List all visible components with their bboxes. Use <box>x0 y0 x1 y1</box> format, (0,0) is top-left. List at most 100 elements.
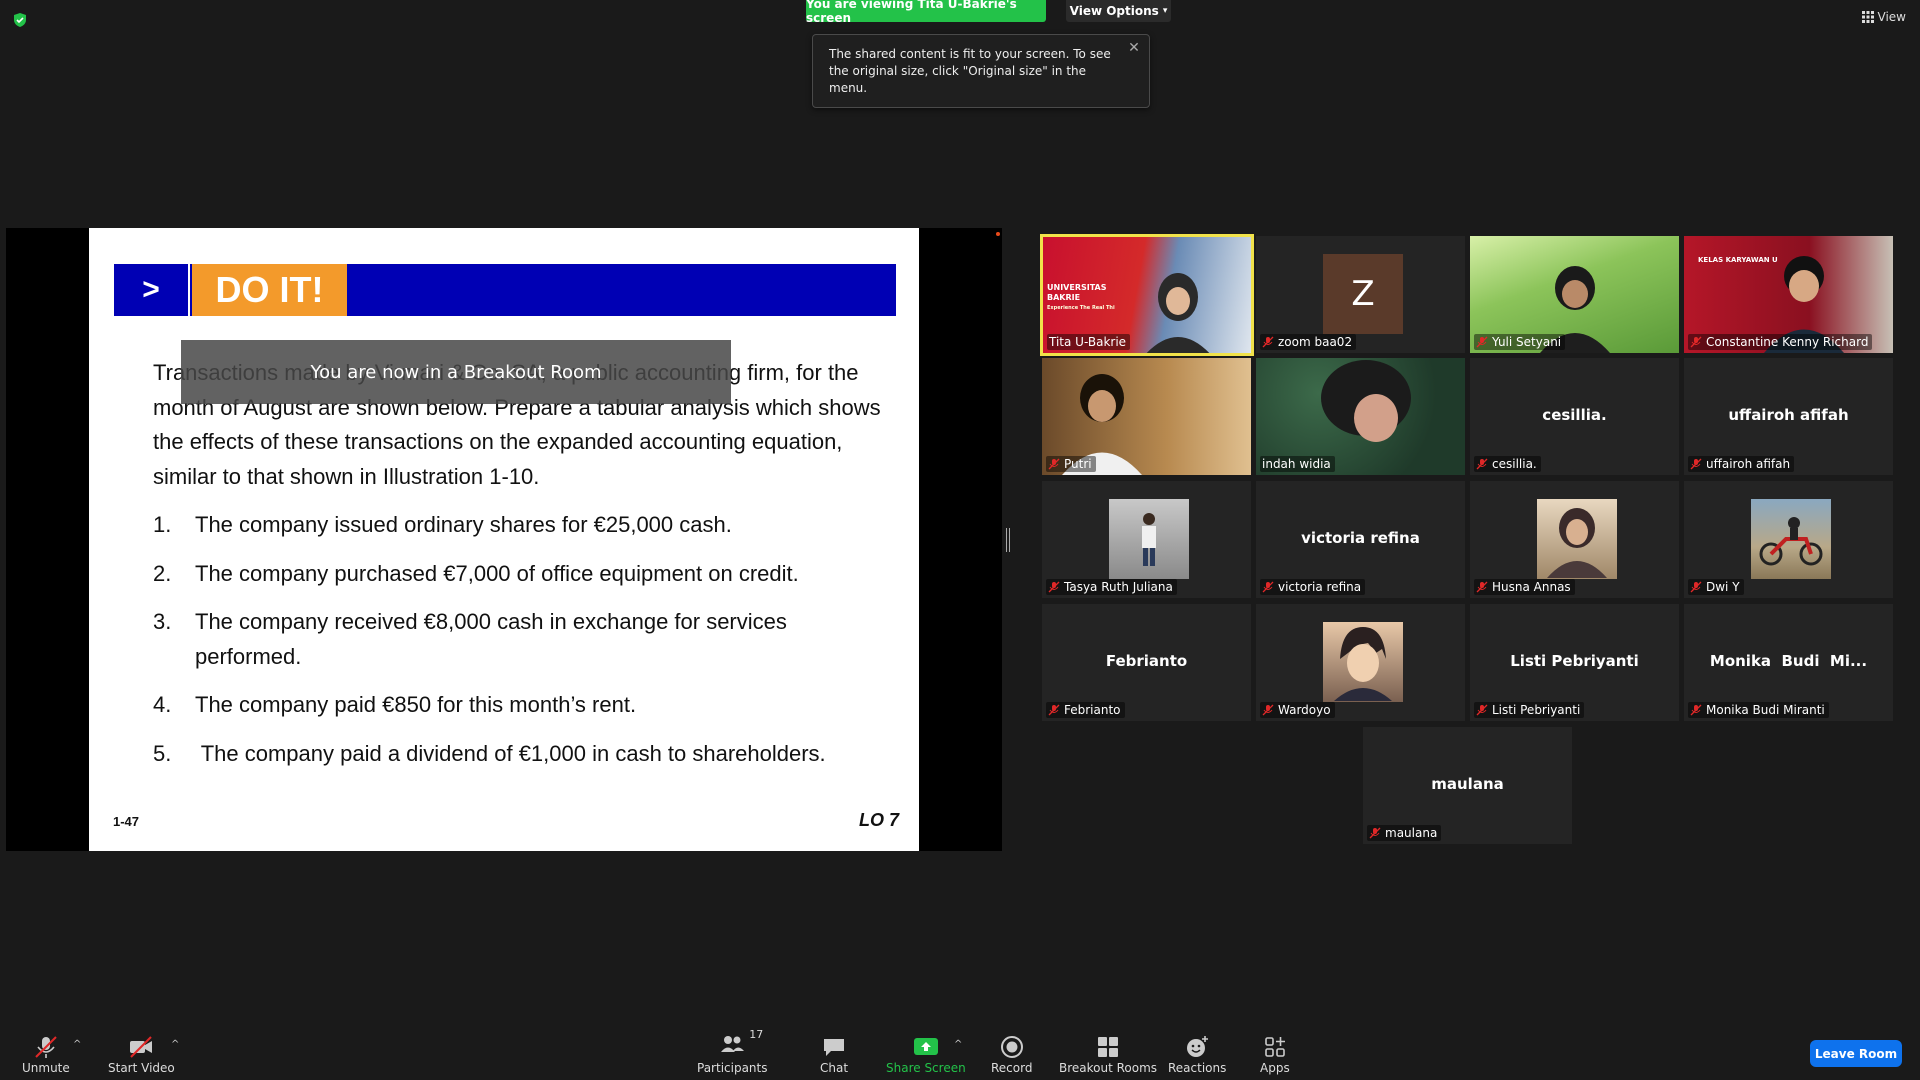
participant-name-label: Monika Budi Miranti <box>1688 702 1829 718</box>
leave-room-button[interactable]: Leave Room <box>1810 1040 1902 1067</box>
participant-tile[interactable]: Monika Budi Mi... Monika Budi Miranti <box>1684 604 1893 721</box>
participant-tile[interactable]: Febrianto Febrianto <box>1042 604 1251 721</box>
avatar <box>1537 499 1617 579</box>
breakout-rooms-button[interactable]: Breakout Rooms <box>1059 1035 1157 1075</box>
chevron-down-icon: ▾ <box>1162 6 1168 16</box>
list-item: 4. The company paid €850 for this month’s… <box>153 692 637 717</box>
view-button[interactable]: View <box>1861 10 1906 24</box>
view-options-button[interactable]: View Options ▾ <box>1066 0 1171 22</box>
participant-name-label: cesillia. <box>1474 456 1541 472</box>
participant-name-label: Constantine Kenny Richard <box>1688 334 1873 350</box>
view-options-label: View Options <box>1069 4 1159 18</box>
tile-overlay-text: UNIVERSITAS BAKRIE Experience The Real T… <box>1047 283 1115 311</box>
participant-tile[interactable]: Husna Annas <box>1470 481 1679 598</box>
audio-options-caret[interactable]: ^ <box>73 1039 81 1050</box>
share-options-caret[interactable]: ^ <box>954 1039 962 1050</box>
participant-tile[interactable]: uffairoh afifah uffairoh afifah <box>1684 358 1893 475</box>
participant-display-name: victoria refina <box>1301 529 1420 547</box>
mic-muted-icon <box>1690 458 1702 470</box>
unmute-button[interactable]: Unmute <box>22 1035 70 1075</box>
unmute-label: Unmute <box>22 1061 70 1075</box>
participant-tile[interactable]: victoria refina victoria refina <box>1256 481 1465 598</box>
participant-tile[interactable]: Yuli Setyani <box>1470 236 1679 353</box>
tooltip-text: The shared content is fit to your screen… <box>829 47 1111 95</box>
list-item: 1. The company issued ordinary shares for… <box>153 512 732 537</box>
share-screen-label: Share Screen <box>886 1061 966 1075</box>
breakout-rooms-icon <box>1098 1037 1119 1057</box>
participant-display-name: Listi Pebriyanti <box>1510 652 1639 670</box>
video-off-icon <box>130 1036 153 1058</box>
participant-display-name: uffairoh afifah <box>1728 406 1849 424</box>
security-shield-icon[interactable] <box>12 12 28 28</box>
recording-dot-icon <box>996 232 1000 236</box>
record-button[interactable]: Record <box>991 1035 1032 1075</box>
learning-objective: LO 7 <box>858 810 899 830</box>
slide-transaction-list: 1. The company issued ordinary shares for… <box>153 508 883 785</box>
slide-banner: > DO IT! <box>114 264 896 316</box>
person-silhouette <box>1146 273 1210 353</box>
meeting-toolbar: Unmute ^ Start Video ^ 17 Participants C… <box>0 1028 1920 1080</box>
participant-tile[interactable]: Putri <box>1042 358 1251 475</box>
viewing-screen-indicator: You are viewing Tita U-Bakrie's screen <box>806 0 1046 25</box>
mic-muted-icon <box>1476 336 1488 348</box>
video-options-caret[interactable]: ^ <box>171 1039 179 1050</box>
participant-name-label: Tasya Ruth Juliana <box>1046 579 1177 595</box>
participant-name-label: Tita U-Bakrie <box>1047 334 1131 350</box>
mic-muted-icon <box>1262 581 1274 593</box>
participant-tile[interactable]: indah widia <box>1256 358 1465 475</box>
participant-tile[interactable]: Listi Pebriyanti Listi Pebriyanti <box>1470 604 1679 721</box>
reactions-icon <box>1187 1036 1209 1057</box>
participants-icon-wrap: 17 <box>719 1028 763 1061</box>
participant-tile[interactable]: Wardoyo <box>1256 604 1465 721</box>
mic-muted-icon <box>1262 336 1274 348</box>
grid-icon <box>1861 11 1874 23</box>
close-icon[interactable]: ✕ <box>1127 41 1141 55</box>
participant-tile[interactable]: UNIVERSITAS BAKRIE Experience The Real T… <box>1040 234 1254 356</box>
participant-name-label: victoria refina <box>1260 579 1366 595</box>
participant-tile[interactable]: Dwi Y <box>1684 481 1893 598</box>
participant-tile[interactable]: KELAS KARYAWAN U Constantine Kenny Richa… <box>1684 236 1893 353</box>
mic-muted-icon <box>1476 704 1488 716</box>
mic-muted-icon <box>1369 827 1381 839</box>
participants-count: 17 <box>749 1028 764 1041</box>
chat-label: Chat <box>820 1061 849 1075</box>
participant-name-label: Dwi Y <box>1688 579 1744 595</box>
participant-tile[interactable]: Z zoom baa02 <box>1256 236 1465 353</box>
participant-name-label: Yuli Setyani <box>1474 334 1566 350</box>
participant-name-label: zoom baa02 <box>1260 334 1357 350</box>
participant-name-label: maulana <box>1367 825 1442 841</box>
participant-name-label: Putri <box>1046 456 1096 472</box>
reactions-button[interactable]: Reactions <box>1168 1035 1226 1075</box>
fit-screen-tooltip: The shared content is fit to your screen… <box>812 34 1150 108</box>
start-video-button[interactable]: Start Video <box>108 1035 175 1075</box>
mic-muted-icon <box>35 1036 57 1058</box>
participants-icon <box>721 1036 745 1052</box>
start-video-label: Start Video <box>108 1061 175 1075</box>
participant-tile[interactable]: Tasya Ruth Juliana <box>1042 481 1251 598</box>
mic-muted-icon <box>1048 704 1060 716</box>
chat-icon <box>824 1039 845 1056</box>
participant-name-label: Wardoyo <box>1260 702 1335 718</box>
participant-tile[interactable]: cesillia. cesillia. <box>1470 358 1679 475</box>
chat-button[interactable]: Chat <box>820 1035 848 1075</box>
participant-tile[interactable]: maulana maulana <box>1363 727 1572 844</box>
apps-button[interactable]: Apps <box>1260 1035 1290 1075</box>
apps-icon <box>1265 1037 1285 1057</box>
apps-label: Apps <box>1260 1061 1290 1075</box>
participant-name-label: Listi Pebriyanti <box>1474 702 1585 718</box>
mic-muted-icon <box>1476 458 1488 470</box>
panel-splitter-handle[interactable] <box>1006 528 1010 552</box>
list-item: 5. The company paid a dividend of €1,000… <box>153 740 826 766</box>
mic-muted-icon <box>1262 704 1274 716</box>
mic-muted-icon <box>1690 704 1702 716</box>
avatar: Z <box>1323 254 1403 334</box>
avatar <box>1109 499 1189 579</box>
mic-muted-icon <box>1048 581 1060 593</box>
motorbike-photo-icon <box>1759 517 1823 566</box>
mic-muted-icon <box>1476 581 1488 593</box>
avatar <box>1751 499 1831 579</box>
participants-button[interactable]: 17 Participants <box>697 1028 768 1075</box>
record-icon <box>1000 1036 1023 1058</box>
presentation-slide: > DO IT! Transactions made by Virmari & … <box>89 228 919 851</box>
breakout-room-notice: You are now in a Breakout Room <box>181 340 731 404</box>
